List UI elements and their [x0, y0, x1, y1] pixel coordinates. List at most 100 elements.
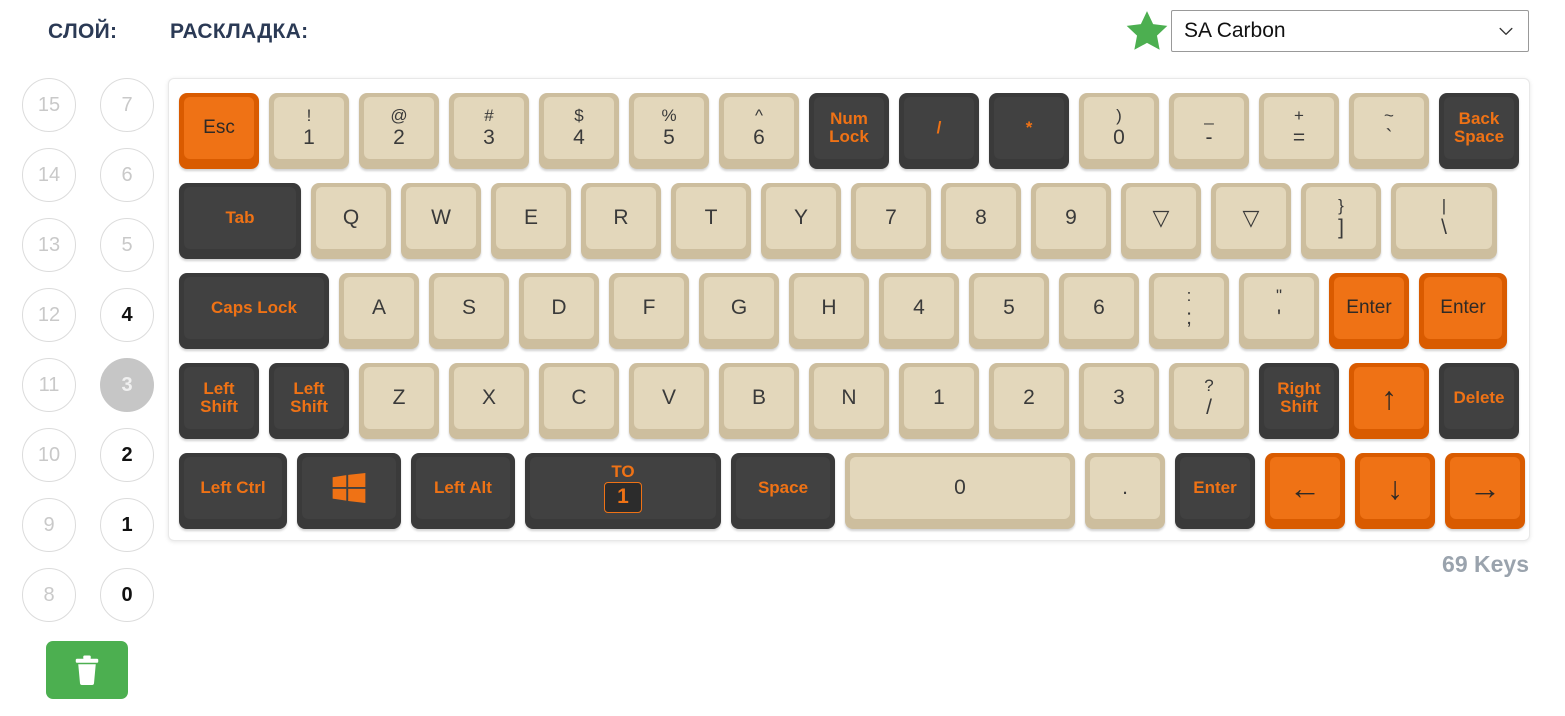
key-2[interactable]: 2	[989, 363, 1069, 439]
key-left-shift[interactable]: Left Shift	[179, 363, 259, 439]
key-6[interactable]: ^ 6	[719, 93, 799, 169]
key-x[interactable]: X	[449, 363, 529, 439]
keycap-face: Y	[766, 187, 836, 249]
key-key[interactable]: /	[899, 93, 979, 169]
key-legend-main: V	[661, 385, 676, 409]
key-q[interactable]: Q	[311, 183, 391, 259]
keycap-face: G	[704, 277, 774, 339]
key-key[interactable]: ~ `	[1349, 93, 1429, 169]
key-delete[interactable]: Delete	[1439, 363, 1519, 439]
key-key[interactable]: →	[1445, 453, 1525, 529]
keycap-face: B	[724, 367, 794, 429]
keyboard-select[interactable]: SA Carbon	[1171, 10, 1529, 52]
key-enter[interactable]: Enter	[1329, 273, 1409, 349]
keycap-face: →	[1450, 457, 1520, 519]
layer-button-14: 14	[22, 148, 76, 202]
key-8[interactable]: 8	[941, 183, 1021, 259]
key-key[interactable]: ▽	[1211, 183, 1291, 259]
key-key[interactable]: .	[1085, 453, 1165, 529]
key-6[interactable]: 6	[1059, 273, 1139, 349]
key-legend-main: '	[1276, 305, 1281, 329]
star-icon[interactable]	[1124, 8, 1170, 54]
key-key[interactable]: }]	[1301, 183, 1381, 259]
keycap-face: ^ 6	[724, 97, 794, 159]
key-key[interactable]: ↓	[1355, 453, 1435, 529]
layer-button-3[interactable]: 3	[100, 358, 154, 412]
key-r[interactable]: R	[581, 183, 661, 259]
layer-button-1[interactable]: 1	[100, 498, 154, 552]
layer-button-0[interactable]: 0	[100, 568, 154, 622]
key-b[interactable]: B	[719, 363, 799, 439]
key-5[interactable]: 5	[969, 273, 1049, 349]
key-windows-icon[interactable]	[297, 453, 401, 529]
key-h[interactable]: H	[789, 273, 869, 349]
key-3[interactable]: #3	[449, 93, 529, 169]
key-v[interactable]: V	[629, 363, 709, 439]
key-a[interactable]: A	[339, 273, 419, 349]
key-e[interactable]: E	[491, 183, 571, 259]
key-key[interactable]: ←	[1265, 453, 1345, 529]
key-4[interactable]: $4	[539, 93, 619, 169]
key-num-lock[interactable]: Num Lock	[809, 93, 889, 169]
key-left-alt[interactable]: Left Alt	[411, 453, 515, 529]
key-1[interactable]: 1	[899, 363, 979, 439]
key-z[interactable]: Z	[359, 363, 439, 439]
keycap-face: Q	[316, 187, 386, 249]
key-7[interactable]: 7	[851, 183, 931, 259]
key-key[interactable]: | \	[1391, 183, 1497, 259]
keycap-face: $4	[544, 97, 614, 159]
key-space[interactable]: Space	[731, 453, 835, 529]
key-d[interactable]: D	[519, 273, 599, 349]
key-4[interactable]: 4	[879, 273, 959, 349]
key-key[interactable]: + =	[1259, 93, 1339, 169]
key-3[interactable]: 3	[1079, 363, 1159, 439]
key-to-1[interactable]: TO 1	[525, 453, 721, 529]
key-key[interactable]: *	[989, 93, 1069, 169]
keycap-face: #3	[454, 97, 524, 159]
layer-button-4[interactable]: 4	[100, 288, 154, 342]
key-enter[interactable]: Enter	[1175, 453, 1255, 529]
key-s[interactable]: S	[429, 273, 509, 349]
keycap-face: 5	[974, 277, 1044, 339]
key-0[interactable]: ) 0	[1079, 93, 1159, 169]
key-f[interactable]: F	[609, 273, 689, 349]
key-legend-main: F	[642, 295, 656, 319]
key-5[interactable]: % 5	[629, 93, 709, 169]
key-legend-main: /	[936, 118, 942, 138]
key-legend-main: D	[551, 295, 567, 319]
key-key[interactable]: ? /	[1169, 363, 1249, 439]
key-esc[interactable]: Esc	[179, 93, 259, 169]
keycap-face: ~ `	[1354, 97, 1424, 159]
key-w[interactable]: W	[401, 183, 481, 259]
key-0[interactable]: 0	[845, 453, 1075, 529]
delete-layout-button[interactable]	[46, 641, 128, 699]
key-g[interactable]: G	[699, 273, 779, 349]
keycap-face: Num Lock	[814, 97, 884, 159]
key-key[interactable]: ↑	[1349, 363, 1429, 439]
key-left-shift[interactable]: Left Shift	[269, 363, 349, 439]
key-enter[interactable]: Enter	[1419, 273, 1507, 349]
key-left-ctrl[interactable]: Left Ctrl	[179, 453, 287, 529]
key-legend-main: Enter	[1193, 478, 1237, 498]
keycap-face: 0	[850, 457, 1070, 519]
key-c[interactable]: C	[539, 363, 619, 439]
key-1[interactable]: ! 1	[269, 93, 349, 169]
layer-button-6: 6	[100, 148, 154, 202]
key-key[interactable]: " '	[1239, 273, 1319, 349]
layer-button-2[interactable]: 2	[100, 428, 154, 482]
key-key[interactable]: ▽	[1121, 183, 1201, 259]
key-9[interactable]: 9	[1031, 183, 1111, 259]
key-key[interactable]: _ -	[1169, 93, 1249, 169]
key-caps-lock[interactable]: Caps Lock	[179, 273, 329, 349]
key-back-space[interactable]: Back Space	[1439, 93, 1519, 169]
key-key[interactable]: :;	[1149, 273, 1229, 349]
key-tab[interactable]: Tab	[179, 183, 301, 259]
key-t[interactable]: T	[671, 183, 751, 259]
key-n[interactable]: N	[809, 363, 889, 439]
layer-button-label: 13	[37, 233, 61, 256]
key-right-shift[interactable]: Right Shift	[1259, 363, 1339, 439]
key-y[interactable]: Y	[761, 183, 841, 259]
keycap-face: ) 0	[1084, 97, 1154, 159]
key-2[interactable]: @2	[359, 93, 439, 169]
key-legend-main: 3	[483, 125, 495, 149]
